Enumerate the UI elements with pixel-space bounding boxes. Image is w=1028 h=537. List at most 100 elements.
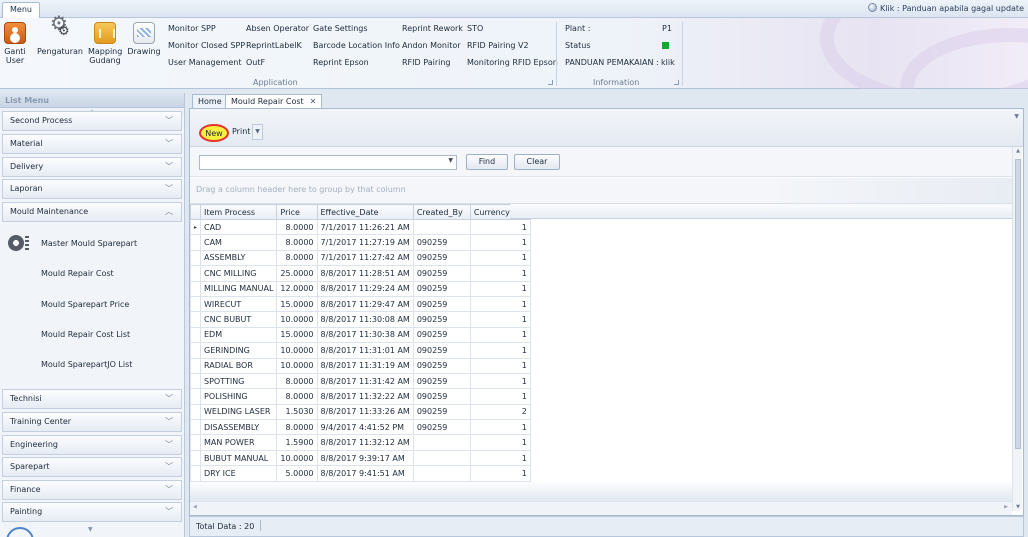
cell-currency-id[interactable]: 1 — [469, 434, 531, 451]
cell-item-process[interactable]: CNC MILLING — [199, 265, 278, 282]
cell-price[interactable]: 10.0000 — [276, 449, 318, 467]
cell-currency-id[interactable]: 1 — [469, 372, 531, 390]
cell-price[interactable]: 15.0000 — [276, 295, 318, 313]
cell-price[interactable]: 12.0000 — [276, 280, 318, 297]
cell-currency-id[interactable]: 1 — [469, 388, 531, 405]
table-row[interactable]: ASSEMBLY 8.0000 7/1/2017 11:27:42 AM 090259… — [190, 249, 531, 267]
cell-currency-id[interactable]: 1 — [469, 234, 531, 251]
nav-finance[interactable]: Finance ﹀ — [2, 480, 182, 500]
nav-mould-repair-cost[interactable]: Mould Repair Cost — [41, 269, 114, 278]
cell-effective-date[interactable]: 8/8/2017 11:33:26 AM — [316, 403, 414, 421]
application-group-launcher-icon[interactable] — [548, 80, 553, 85]
cell-effective-date[interactable]: 8/8/2017 11:29:47 AM — [316, 295, 414, 313]
gate-settings-link[interactable]: Gate Settings — [313, 24, 368, 34]
cell-currency-id[interactable]: 1 — [469, 218, 531, 236]
cell-price[interactable]: 8.0000 — [276, 218, 318, 236]
row-indicator[interactable] — [190, 403, 201, 421]
monitor-spp-link[interactable]: Monitor SPP — [168, 24, 216, 34]
print-dropdown-icon[interactable]: ▼ — [252, 124, 263, 140]
row-indicator[interactable] — [190, 357, 201, 374]
scrollbar-thumb[interactable] — [1015, 159, 1021, 449]
table-row[interactable]: BUBUT MANUAL 10.0000 8/8/2017 9:39:17 AM 1 — [190, 449, 531, 467]
cell-effective-date[interactable]: 8/8/2017 11:32:12 AM — [316, 434, 414, 451]
cell-price[interactable]: 8.0000 — [276, 249, 318, 267]
row-indicator[interactable] — [190, 311, 201, 328]
nav-mould-maintenance[interactable]: Mould Maintenance ︿ — [2, 202, 182, 222]
row-indicator[interactable] — [190, 295, 201, 313]
nav-mould-sparepart-price[interactable]: Mould Sparepart Price — [41, 300, 129, 309]
nav-master-mould-sparepart[interactable]: Master Mould Sparepart — [41, 239, 137, 248]
cell-item-process[interactable]: RADIAL BOR — [199, 357, 278, 374]
guide-link[interactable]: klik — [661, 58, 675, 68]
cell-item-process[interactable]: MILLING MANUAL — [199, 280, 278, 297]
nav-sparepart[interactable]: Sparepart ﹀ — [2, 457, 182, 477]
row-indicator[interactable] — [190, 434, 201, 451]
group-by-panel[interactable]: Drag a column header here to group by th… — [190, 178, 1012, 204]
cell-effective-date[interactable]: 7/1/2017 11:27:19 AM — [316, 234, 414, 251]
row-focus-indicator-icon[interactable]: ▸ — [190, 218, 201, 236]
scroll-left-icon[interactable]: ◀ — [193, 504, 197, 510]
cell-effective-date[interactable]: 8/8/2017 11:30:38 AM — [316, 326, 414, 344]
cell-item-process[interactable]: EDM — [199, 326, 278, 344]
cell-created-by[interactable]: 090259 — [412, 249, 471, 267]
cell-item-process[interactable]: MAN POWER — [199, 434, 278, 451]
cell-effective-date[interactable]: 8/8/2017 9:41:51 AM — [316, 465, 414, 482]
cell-currency-id[interactable]: 1 — [469, 357, 531, 374]
cell-created-by[interactable] — [412, 449, 471, 467]
outf-link[interactable]: OutF — [246, 58, 265, 68]
cell-currency-id[interactable]: 1 — [469, 419, 531, 436]
nav-training-center[interactable]: Training Center ﹀ — [2, 412, 182, 432]
nav-technisi[interactable]: Technisi ﹀ — [2, 389, 182, 409]
cell-item-process[interactable]: POLISHING — [199, 388, 278, 405]
cell-item-process[interactable]: CAM — [199, 234, 278, 251]
cell-currency-id[interactable]: 1 — [469, 342, 531, 359]
information-group-launcher-icon[interactable] — [674, 80, 679, 85]
table-row[interactable]: MAN POWER 1.5900 8/8/2017 11:32:12 AM 1 — [190, 434, 531, 451]
barcode-location-info-link[interactable]: Barcode Location Info — [313, 41, 400, 51]
andon-monitor-link[interactable]: Andon Monitor — [402, 41, 461, 51]
drawing-button[interactable]: Drawing — [127, 22, 161, 56]
cell-item-process[interactable]: GERINDING — [199, 342, 278, 359]
row-indicator[interactable] — [190, 326, 201, 344]
table-row[interactable]: POLISHING 8.0000 8/8/2017 11:32:22 AM 09025… — [190, 388, 531, 405]
pengaturan-button[interactable]: Pengaturan — [36, 19, 84, 56]
cell-item-process[interactable]: BUBUT MANUAL — [199, 449, 278, 467]
chevron-down-icon[interactable]: ▼ — [1014, 113, 1019, 120]
ganti-user-button[interactable]: Ganti User — [4, 22, 26, 65]
table-row[interactable]: DRY ICE 5.0000 8/8/2017 9:41:51 AM 1 — [190, 465, 531, 482]
cell-created-by[interactable]: 090259 — [412, 234, 471, 251]
cell-currency-id[interactable]: 1 — [469, 311, 531, 328]
cell-item-process[interactable]: WELDING LASER — [199, 403, 278, 421]
scroll-down-icon[interactable]: ▼ — [1013, 504, 1023, 510]
cell-created-by[interactable]: 090259 — [412, 265, 471, 282]
rfid-pairing-link[interactable]: RFID Pairing — [402, 58, 450, 68]
clear-button[interactable]: Clear — [514, 154, 560, 170]
cell-item-process[interactable]: SPOTTING — [199, 372, 278, 390]
table-row[interactable]: WIRECUT 15.0000 8/8/2017 11:29:47 AM 090259… — [190, 295, 531, 313]
table-row[interactable]: CNC MILLING 25.0000 8/8/2017 11:28:51 AM 09… — [190, 265, 531, 282]
cell-created-by[interactable]: 090259 — [412, 326, 471, 344]
cell-price[interactable]: 10.0000 — [276, 311, 318, 328]
rfid-pairing-v2-link[interactable]: RFID Pairing V2 — [467, 41, 529, 51]
cell-created-by[interactable]: 090259 — [412, 311, 471, 328]
sto-link[interactable]: STO — [467, 24, 483, 34]
cell-created-by[interactable]: 090259 — [412, 419, 471, 436]
cell-price[interactable]: 25.0000 — [276, 265, 318, 282]
row-indicator[interactable] — [190, 419, 201, 436]
cell-effective-date[interactable]: 8/8/2017 11:31:42 AM — [316, 372, 414, 390]
table-row[interactable]: RADIAL BOR 10.0000 8/8/2017 11:31:19 AM 090… — [190, 357, 531, 374]
cell-effective-date[interactable]: 7/1/2017 11:26:21 AM — [316, 218, 414, 236]
cell-effective-date[interactable]: 8/8/2017 11:31:01 AM — [316, 342, 414, 359]
print-button[interactable]: Print — [229, 124, 253, 142]
menu-tab[interactable]: Menu — [2, 2, 40, 18]
dropdown-arrow-icon[interactable]: ▼ — [448, 157, 453, 164]
search-input[interactable] — [200, 156, 440, 169]
cell-currency-id[interactable]: 1 — [469, 249, 531, 267]
table-row[interactable]: ▸ CAD 8.0000 7/1/2017 11:26:21 AM 1 — [190, 218, 531, 236]
cell-created-by[interactable]: 090259 — [412, 357, 471, 374]
cell-price[interactable]: 1.5900 — [276, 434, 318, 451]
cell-item-process[interactable]: WIRECUT — [199, 295, 278, 313]
table-row[interactable]: WELDING LASER 1.5030 8/8/2017 11:33:26 AM 0… — [190, 403, 531, 421]
cell-price[interactable]: 10.0000 — [276, 357, 318, 374]
row-indicator[interactable] — [190, 249, 201, 267]
